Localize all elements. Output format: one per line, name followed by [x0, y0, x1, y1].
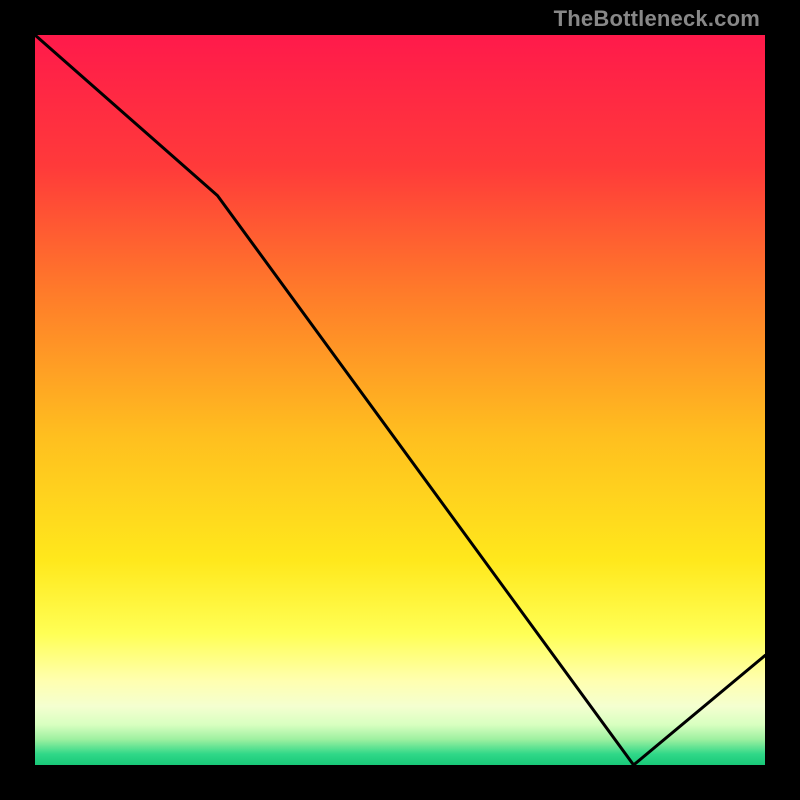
chart-frame: TheBottleneck.com [0, 0, 800, 800]
plot-area [35, 35, 765, 765]
bottleneck-curve [35, 35, 765, 765]
watermark-label: TheBottleneck.com [554, 6, 760, 32]
